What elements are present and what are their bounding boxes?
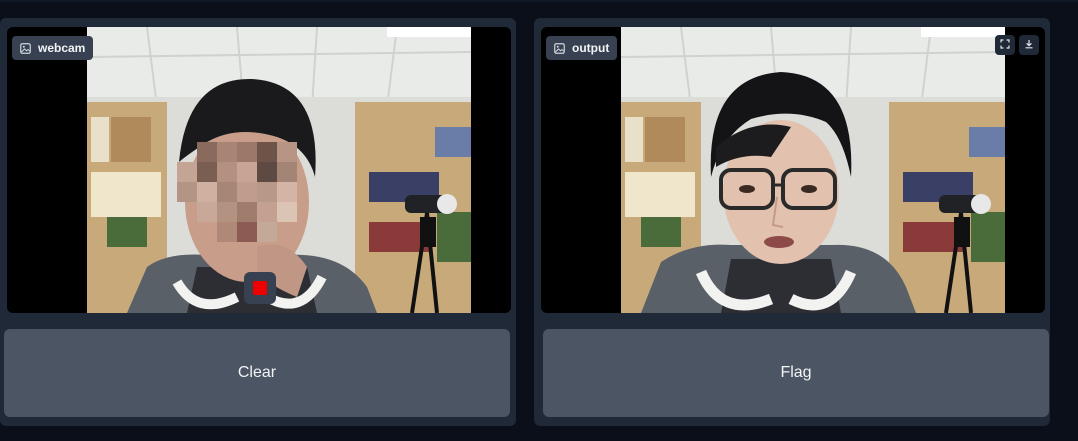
output-image-frame [621,27,1005,313]
image-toolbar [995,35,1039,55]
download-button[interactable] [1019,35,1039,55]
output-label-chip: output [546,36,618,60]
stop-recording-button[interactable] [244,272,276,304]
output-image: output [541,27,1045,313]
top-border [0,0,1078,2]
output-panel: output Flag [534,18,1050,426]
webcam-feed: webcam [7,27,511,313]
webcam-label-chip: webcam [12,36,94,60]
fullscreen-button[interactable] [995,35,1015,55]
output-label-text: output [572,41,610,55]
image-icon [552,41,566,55]
webcam-video-frame [87,27,471,313]
fullscreen-icon [1000,36,1010,54]
stop-square-icon [253,281,267,295]
image-icon [18,41,32,55]
webcam-scene-image [87,27,471,313]
app-page: webcam Clear output Flag [0,0,1078,441]
flag-button[interactable]: Flag [543,329,1049,417]
webcam-label-text: webcam [38,41,86,55]
download-icon [1024,36,1034,54]
input-panel: webcam Clear [0,18,516,426]
clear-button[interactable]: Clear [4,329,510,417]
output-scene-image [621,27,1005,313]
